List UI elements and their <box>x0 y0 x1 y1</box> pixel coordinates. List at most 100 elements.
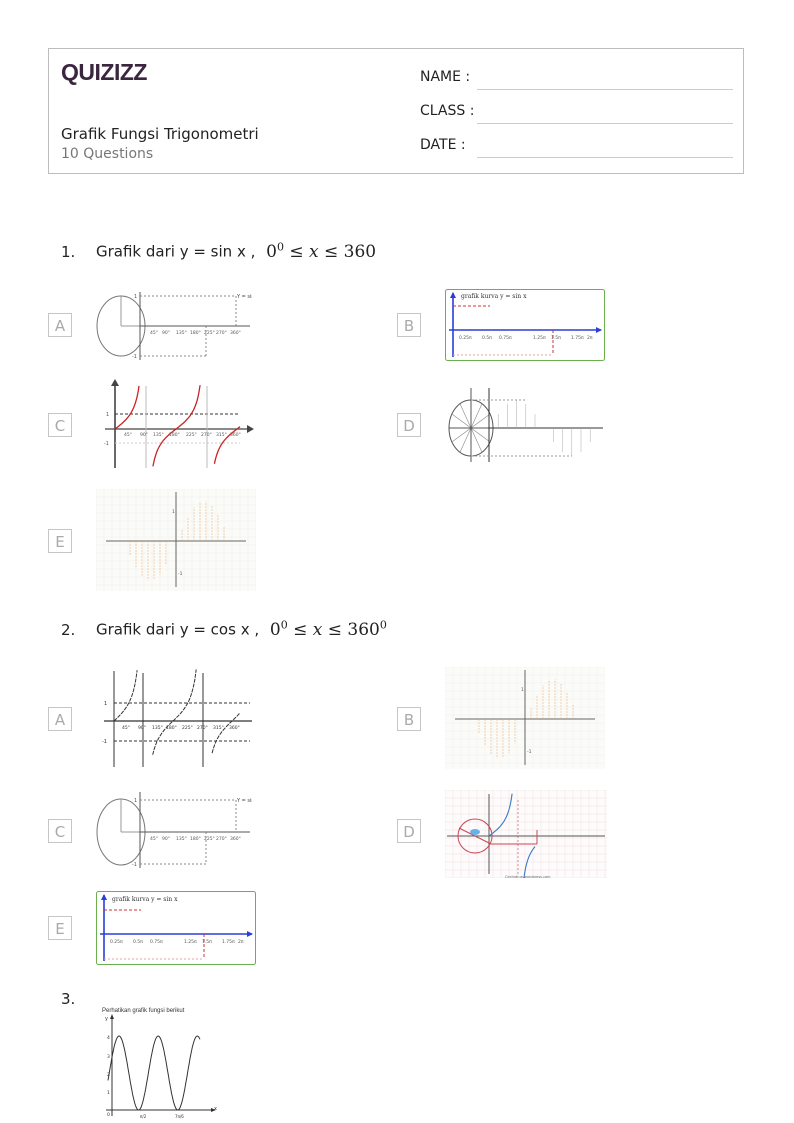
question-1: 1. Grafik dari y = sin x , 00 ≤ x ≤ 360 <box>61 240 376 262</box>
option-b-button[interactable]: B <box>397 313 421 337</box>
svg-text:1.75π: 1.75π <box>222 939 235 945</box>
svg-text:315°: 315° <box>213 725 224 731</box>
svg-text:225°: 225° <box>204 330 215 336</box>
date-field[interactable] <box>477 157 733 158</box>
question-text: Grafik dari y = sin x , <box>96 242 256 261</box>
svg-text:270°: 270° <box>197 725 208 731</box>
svg-text:270°: 270° <box>216 836 227 842</box>
svg-text:225°: 225° <box>186 432 197 438</box>
question-text: Grafik dari y = cos x , <box>96 620 260 639</box>
svg-text:360°: 360° <box>230 330 241 336</box>
svg-text:0.25π: 0.25π <box>110 939 123 945</box>
svg-text:225°: 225° <box>182 725 193 731</box>
unit-circle-cosine-graph: Y = sin x 45° 90° 135° 180° 225° 270° 36… <box>96 792 252 868</box>
option-a-button[interactable]: A <box>48 707 72 731</box>
svg-text:135°: 135° <box>176 330 187 336</box>
svg-text:2π: 2π <box>587 335 593 341</box>
svg-text:90°: 90° <box>138 725 146 731</box>
question-2: 2. Grafik dari y = cos x , 00 ≤ x ≤ 3600 <box>61 618 387 640</box>
svg-text:1.25π: 1.25π <box>184 939 197 945</box>
option-a-button[interactable]: A <box>48 313 72 337</box>
option-e-button[interactable]: E <box>48 529 72 553</box>
circle-spoke <box>470 403 483 429</box>
svg-text:-1: -1 <box>132 862 137 868</box>
option-b-image[interactable]: grafik kurva y = sin x 0.25π 0.5π 0.75π … <box>445 289 605 361</box>
svg-text:0.25π: 0.25π <box>459 335 472 341</box>
red-sine-curve-grid: 1 -1 <box>96 489 256 591</box>
question-math: 00 ≤ x ≤ 3600 <box>269 618 387 640</box>
svg-text:π/2: π/2 <box>140 1114 147 1119</box>
option-b-button[interactable]: B <box>397 707 421 731</box>
green-framed-sine-curve: grafik kurva y = sin x 0.25π 0.5π 0.75π … <box>96 891 256 965</box>
option-c-image[interactable]: Y = sin x 45° 90° 135° 180° 225° 270° 36… <box>96 790 252 870</box>
option-c-button[interactable]: C <box>48 413 72 437</box>
class-label: CLASS : <box>420 103 475 119</box>
svg-text:90°: 90° <box>140 432 148 438</box>
svg-text:180°: 180° <box>169 432 180 438</box>
red-sine-curve-grid: 1 -1 <box>445 667 605 769</box>
svg-text:90°: 90° <box>162 836 170 842</box>
option-e-image[interactable]: grafik kurva y = sin x 0.25π 0.5π 0.75π … <box>96 891 256 965</box>
circle-spoke <box>459 427 472 453</box>
option-e-button[interactable]: E <box>48 916 72 940</box>
option-a-image[interactable]: 1 -1 45° 90° 135° 180° 225° 270° 315° 36… <box>100 667 255 769</box>
svg-text:135°: 135° <box>153 432 164 438</box>
svg-text:360°: 360° <box>229 725 240 731</box>
svg-text:y: y <box>105 1016 108 1022</box>
quizizz-logo: QUIZIZZ <box>61 59 147 85</box>
quiz-title: Grafik Fungsi Trigonometri <box>61 125 259 143</box>
circle-spoke <box>459 403 472 429</box>
option-d-image[interactable] <box>447 384 607 464</box>
date-label: DATE : <box>420 137 466 153</box>
svg-text:45°: 45° <box>124 432 132 438</box>
svg-text:270°: 270° <box>216 330 227 336</box>
option-d-button[interactable]: D <box>397 819 421 843</box>
option-d-image[interactable]: Cecilgtrue.wordpress.com <box>445 790 607 878</box>
option-a-image[interactable]: Y = sin x 45° 90° 135° 180° 225° 270° 36… <box>96 290 252 362</box>
svg-text:3: 3 <box>107 1054 110 1060</box>
svg-text:180°: 180° <box>190 836 201 842</box>
class-field[interactable] <box>477 123 733 124</box>
svg-text:360°: 360° <box>230 836 241 842</box>
svg-text:-1: -1 <box>102 739 107 745</box>
circle-projected-sine-curve <box>448 388 603 462</box>
svg-text:1.5π: 1.5π <box>202 939 212 945</box>
tangent-curve-dashed: 1 -1 45° 90° 135° 180° 225° 270° 315° 36… <box>102 669 252 767</box>
svg-text:1: 1 <box>104 701 107 707</box>
svg-text:1.5π: 1.5π <box>551 335 561 341</box>
svg-text:-1: -1 <box>132 354 137 360</box>
question-count: 10 Questions <box>61 146 154 162</box>
worksheet-header: QUIZIZZ Grafik Fungsi Trigonometri 10 Qu… <box>48 48 744 174</box>
unit-circle-cosine-graph: Y = sin x 45° 90° 135° 180° 225° 270° 36… <box>96 292 252 360</box>
blue-tangent-with-circle: Cecilgtrue.wordpress.com <box>445 790 607 878</box>
option-c-button[interactable]: C <box>48 819 72 843</box>
red-tangent-curve: 1 -1 45° 90° 135° 180° 225° 270° 315° 36… <box>104 379 254 468</box>
option-c-image[interactable]: 1 -1 45° 90° 135° 180° 225° 270° 315° 36… <box>100 378 255 470</box>
svg-text:0.75π: 0.75π <box>150 939 163 945</box>
svg-text:1: 1 <box>521 687 524 693</box>
svg-text:45°: 45° <box>122 725 130 731</box>
question-number: 2. <box>61 620 76 639</box>
svg-text:90°: 90° <box>162 330 170 336</box>
svg-text:45°: 45° <box>150 836 158 842</box>
svg-text:Perhatikan grafik fungsi berik: Perhatikan grafik fungsi berikut <box>102 1008 185 1014</box>
circle-spoke <box>470 427 483 453</box>
svg-text:Y = sin x: Y = sin x <box>236 798 252 804</box>
option-e-image[interactable]: 1 -1 <box>96 489 256 591</box>
question-3-image: Perhatikan grafik fungsi berikut y x 4 3… <box>96 1002 256 1123</box>
svg-text:1: 1 <box>172 509 175 515</box>
svg-text:1: 1 <box>107 1090 110 1096</box>
name-field[interactable] <box>477 89 733 90</box>
svg-text:2π: 2π <box>238 939 244 945</box>
svg-text:Cecilgtrue.wordpress.com: Cecilgtrue.wordpress.com <box>505 875 551 878</box>
svg-text:0.5π: 0.5π <box>482 335 492 341</box>
svg-text:0: 0 <box>107 1112 110 1118</box>
periodic-wave-graph: Perhatikan grafik fungsi berikut y x 4 3… <box>102 1008 217 1119</box>
option-b-image[interactable]: 1 -1 <box>445 667 605 769</box>
svg-text:Y = sin x: Y = sin x <box>236 294 252 300</box>
svg-text:0.5π: 0.5π <box>133 939 143 945</box>
svg-text:45°: 45° <box>150 330 158 336</box>
svg-text:-1: -1 <box>178 571 183 577</box>
option-d-button[interactable]: D <box>397 413 421 437</box>
svg-text:360°: 360° <box>230 432 241 438</box>
